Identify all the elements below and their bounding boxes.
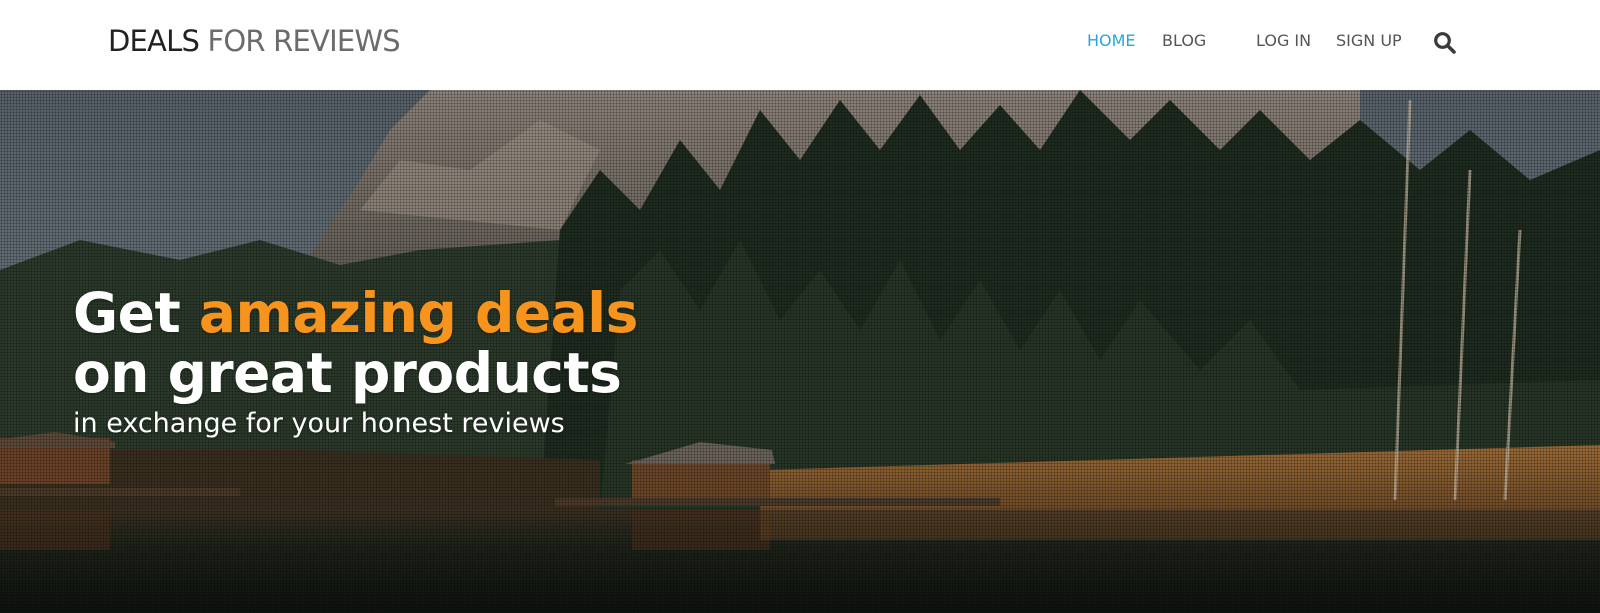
hero-headline-highlight: amazing deals [198, 281, 638, 345]
site-logo[interactable]: DEALS FOR REVIEWS [108, 24, 401, 58]
nav-home[interactable]: HOME [1087, 31, 1136, 50]
search-icon[interactable] [1432, 30, 1458, 56]
hero-banner: Get amazing deals on great products in e… [0, 90, 1600, 613]
nav-login[interactable]: LOG IN [1256, 31, 1311, 50]
site-header: DEALS FOR REVIEWS HOME BLOG LOG IN SIGN … [0, 0, 1600, 90]
nav-blog[interactable]: BLOG [1162, 31, 1206, 50]
logo-part-for-reviews: FOR REVIEWS [207, 24, 400, 58]
hero-subheadline: in exchange for your honest reviews [73, 408, 565, 439]
logo-part-deals: DEALS [108, 24, 200, 58]
nav-signup[interactable]: SIGN UP [1336, 31, 1402, 50]
hero-headline: Get amazing deals on great products [73, 283, 638, 403]
hero-headline-prefix: Get [73, 281, 199, 345]
hero-headline-line2: on great products [73, 341, 622, 405]
